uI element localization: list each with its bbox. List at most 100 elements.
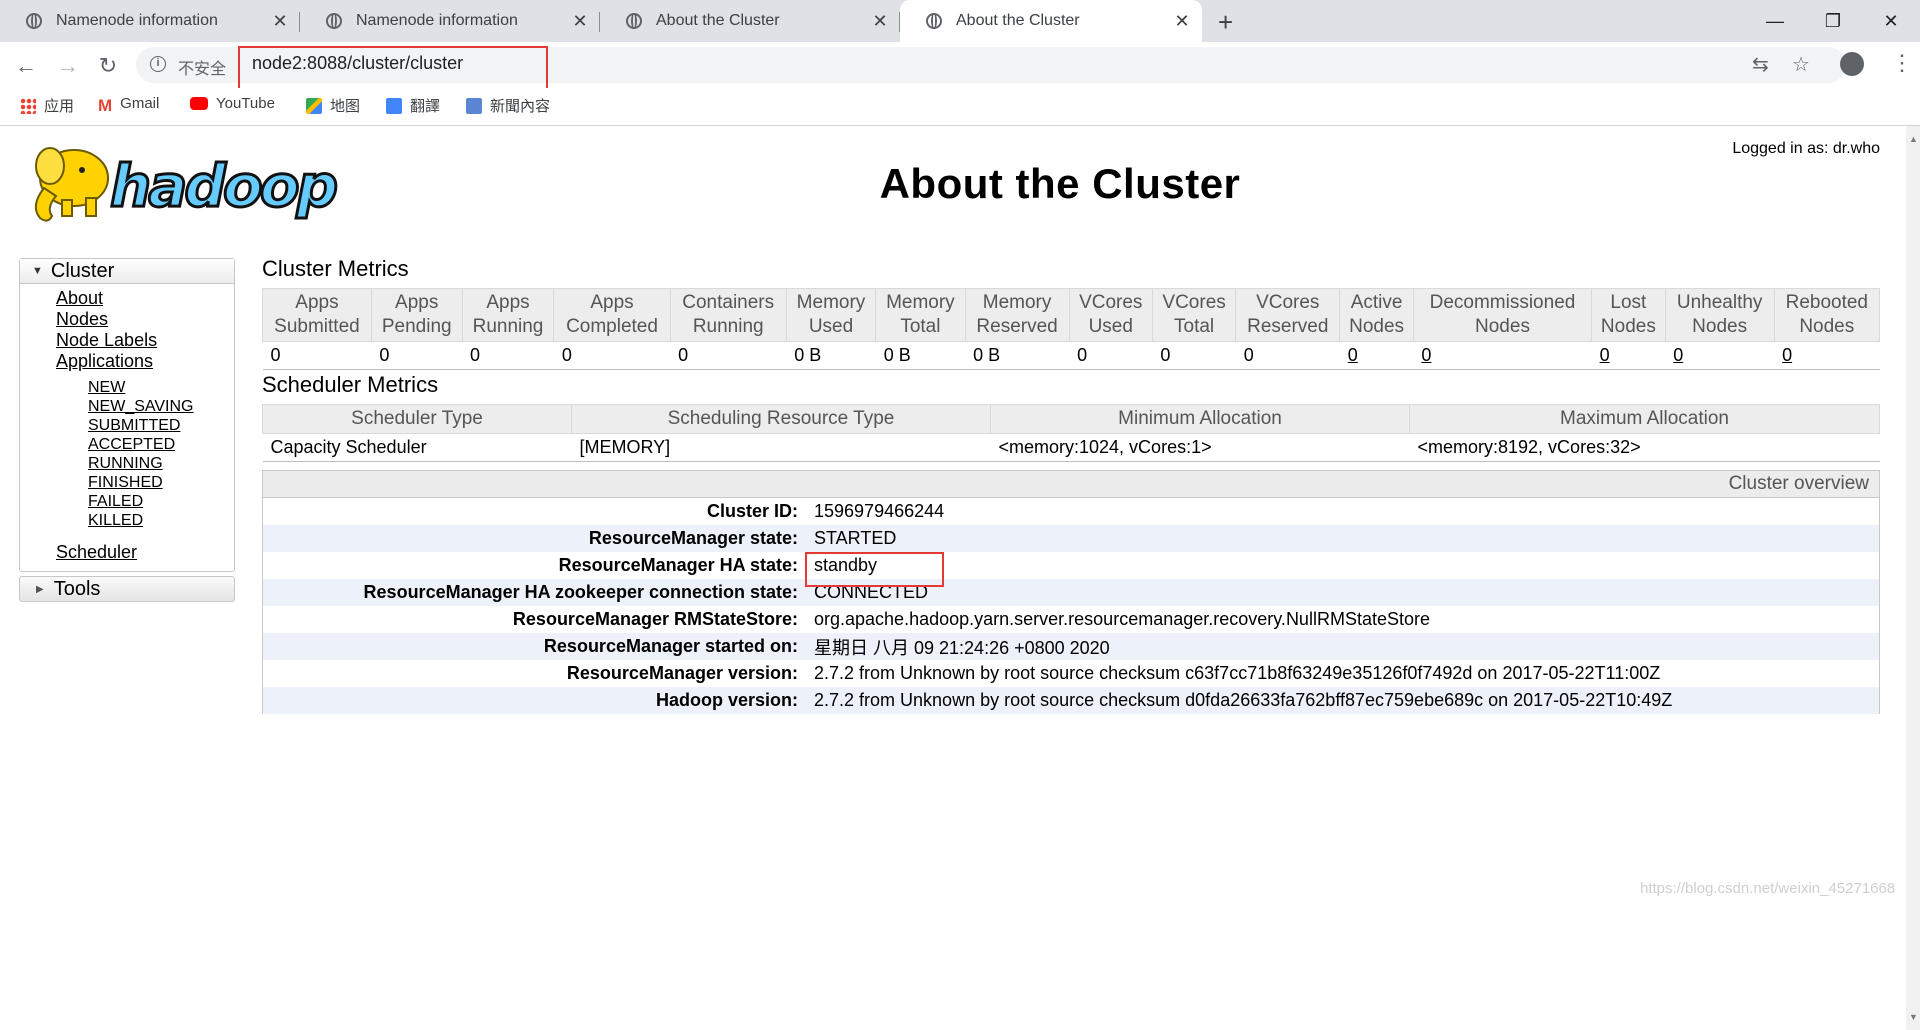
metrics-column-header[interactable]: Apps Completed xyxy=(553,288,671,342)
metrics-column-label: Unhealthy xyxy=(1676,292,1763,313)
bookmark-translate[interactable]: 翻譯 xyxy=(386,95,440,116)
profile-avatar-icon[interactable] xyxy=(1840,52,1864,76)
maps-icon xyxy=(306,97,322,114)
bookmark-news[interactable]: 新聞內容 xyxy=(466,95,550,116)
metrics-column-header[interactable]: Apps Running xyxy=(461,288,555,342)
close-icon[interactable]: ✕ xyxy=(870,11,890,32)
metrics-column-header[interactable]: VCores Used xyxy=(1068,288,1153,342)
metrics-column-label: Used xyxy=(1088,316,1133,337)
col-minimum-allocation[interactable]: Minimum Allocation xyxy=(990,404,1410,434)
more-menu-icon[interactable]: ⋮ xyxy=(1891,50,1913,76)
tab-bar: Namenode information ✕ Namenode informat… xyxy=(0,0,1920,42)
metrics-value-link[interactable]: 0 xyxy=(1348,345,1358,365)
metrics-value-cell: 0 xyxy=(1591,341,1666,370)
metrics-column-label: Nodes xyxy=(1600,316,1656,337)
app-state-running[interactable]: RUNNING xyxy=(88,454,234,473)
tools-section-header[interactable]: ▶ Tools xyxy=(19,576,235,602)
metrics-column-header[interactable]: Lost Nodes xyxy=(1591,288,1666,342)
metrics-value-cell: 0 xyxy=(1774,341,1880,370)
bookmark-maps[interactable]: 地图 xyxy=(306,95,360,116)
overview-key: ResourceManager HA zookeeper connection … xyxy=(363,582,798,602)
tab-about-cluster-1[interactable]: About the Cluster ✕ xyxy=(600,0,900,42)
forward-icon[interactable]: → xyxy=(54,52,82,80)
sidebar-link-node-labels[interactable]: Node Labels xyxy=(56,330,234,351)
metrics-column-header[interactable]: Apps Submitted xyxy=(262,288,372,342)
sidebar-link-nodes[interactable]: Nodes xyxy=(56,309,234,330)
overview-key: ResourceManager started on: xyxy=(543,636,798,656)
col-scheduling-resource-type[interactable]: Scheduling Resource Type xyxy=(571,404,991,434)
metrics-column-label: VCores xyxy=(1079,292,1143,313)
info-icon[interactable]: i xyxy=(150,56,166,72)
overview-key: ResourceManager version: xyxy=(566,663,798,683)
scroll-up-icon[interactable]: ▲ xyxy=(1909,134,1918,144)
apps-grid-icon xyxy=(20,97,36,114)
metrics-column-label: Lost xyxy=(1610,292,1647,313)
new-tab-icon[interactable]: + xyxy=(1218,7,1233,38)
overview-row-state-store: ResourceManager RMStateStore: org.apache… xyxy=(263,606,1879,633)
bookmark-apps[interactable]: 应用 xyxy=(20,95,74,116)
col-maximum-allocation[interactable]: Maximum Allocation xyxy=(1409,404,1880,434)
metrics-value-link[interactable]: 0 xyxy=(1673,345,1683,365)
restore-icon[interactable]: ❐ xyxy=(1804,0,1862,42)
metrics-column-header[interactable]: Memory Used xyxy=(785,288,877,342)
sidebar-link-applications[interactable]: Applications xyxy=(56,351,234,372)
metrics-column-label: Memory xyxy=(796,292,866,313)
bookmark-star-icon[interactable]: ☆ xyxy=(1792,52,1810,77)
sidebar-link-about[interactable]: About xyxy=(56,288,234,309)
cluster-overview-table: Cluster overview Cluster ID: 15969794662… xyxy=(262,470,1880,714)
metrics-value-link[interactable]: 0 xyxy=(1782,345,1792,365)
metrics-column-header[interactable]: Unhealthy Nodes xyxy=(1664,288,1775,342)
metrics-column-label: Reserved xyxy=(976,316,1058,337)
metrics-value-link[interactable]: 0 xyxy=(1421,345,1431,365)
close-icon[interactable]: ✕ xyxy=(570,11,590,32)
metrics-column-label: VCores xyxy=(1256,292,1320,313)
metrics-column-header[interactable]: Memory Reserved xyxy=(964,288,1070,342)
globe-icon xyxy=(626,13,642,29)
app-state-new[interactable]: NEW xyxy=(88,378,234,397)
resource-type-cell: [MEMORY] xyxy=(571,433,991,462)
metrics-column-header[interactable]: Rebooted Nodes xyxy=(1773,288,1881,342)
overview-key: ResourceManager state: xyxy=(588,528,798,548)
metrics-column-label: Rebooted xyxy=(1785,292,1868,313)
overview-key: ResourceManager HA state: xyxy=(558,555,798,575)
metrics-column-header[interactable]: VCores Total xyxy=(1151,288,1237,342)
metrics-column-header[interactable]: Containers Running xyxy=(669,288,787,342)
metrics-column-header[interactable]: Apps Pending xyxy=(370,288,463,342)
col-scheduler-type[interactable]: Scheduler Type xyxy=(262,404,572,434)
metrics-column-header[interactable]: VCores Reserved xyxy=(1235,288,1341,342)
bookmark-label: 地图 xyxy=(330,98,361,115)
page-content: Logged in as: dr.who hadoop About the Cl… xyxy=(0,126,1906,1030)
sidebar-link-scheduler[interactable]: Scheduler xyxy=(56,542,234,563)
metrics-value-cell: 0 xyxy=(1339,341,1414,370)
close-icon[interactable]: ✕ xyxy=(1172,11,1192,32)
window-close-icon[interactable]: ✕ xyxy=(1862,0,1920,42)
tab-about-cluster-active[interactable]: About the Cluster ✕ xyxy=(900,0,1202,42)
bookmark-gmail[interactable]: M Gmail xyxy=(98,95,159,115)
minimize-icon[interactable]: — xyxy=(1746,0,1804,42)
overview-key: ResourceManager RMStateStore: xyxy=(512,609,798,629)
close-icon[interactable]: ✕ xyxy=(270,11,290,32)
back-icon[interactable]: ← xyxy=(12,52,40,80)
translate-icon[interactable]: ⇆ xyxy=(1752,52,1769,77)
app-state-submitted[interactable]: SUBMITTED xyxy=(88,416,234,435)
app-state-finished[interactable]: FINISHED xyxy=(88,473,234,492)
tab-namenode-1[interactable]: Namenode information ✕ xyxy=(0,0,300,42)
scroll-down-icon[interactable]: ▼ xyxy=(1909,1012,1918,1022)
metrics-value-cell: 0 B xyxy=(965,341,1070,370)
app-state-accepted[interactable]: ACCEPTED xyxy=(88,435,234,454)
reload-icon[interactable]: ↻ xyxy=(94,52,122,80)
tab-title: Namenode information xyxy=(356,12,518,29)
app-state-killed[interactable]: KILLED xyxy=(88,511,234,530)
metrics-column-header[interactable]: Active Nodes xyxy=(1339,288,1414,342)
vertical-scrollbar[interactable]: ▲ ▼ xyxy=(1906,126,1920,1030)
tab-namenode-2[interactable]: Namenode information ✕ xyxy=(300,0,600,42)
cluster-section-header[interactable]: ▼ Cluster xyxy=(20,259,234,284)
metrics-column-header[interactable]: Decommissioned Nodes xyxy=(1412,288,1593,342)
metrics-column-label: Submitted xyxy=(274,316,360,337)
overview-row-rm-version: ResourceManager version: 2.7.2 from Unkn… xyxy=(263,660,1879,687)
metrics-column-header[interactable]: Memory Total xyxy=(875,288,966,342)
metrics-value-link[interactable]: 0 xyxy=(1600,345,1610,365)
app-state-new-saving[interactable]: NEW_SAVING xyxy=(88,397,234,416)
app-state-failed[interactable]: FAILED xyxy=(88,492,234,511)
bookmark-youtube[interactable]: YouTube xyxy=(190,95,275,112)
